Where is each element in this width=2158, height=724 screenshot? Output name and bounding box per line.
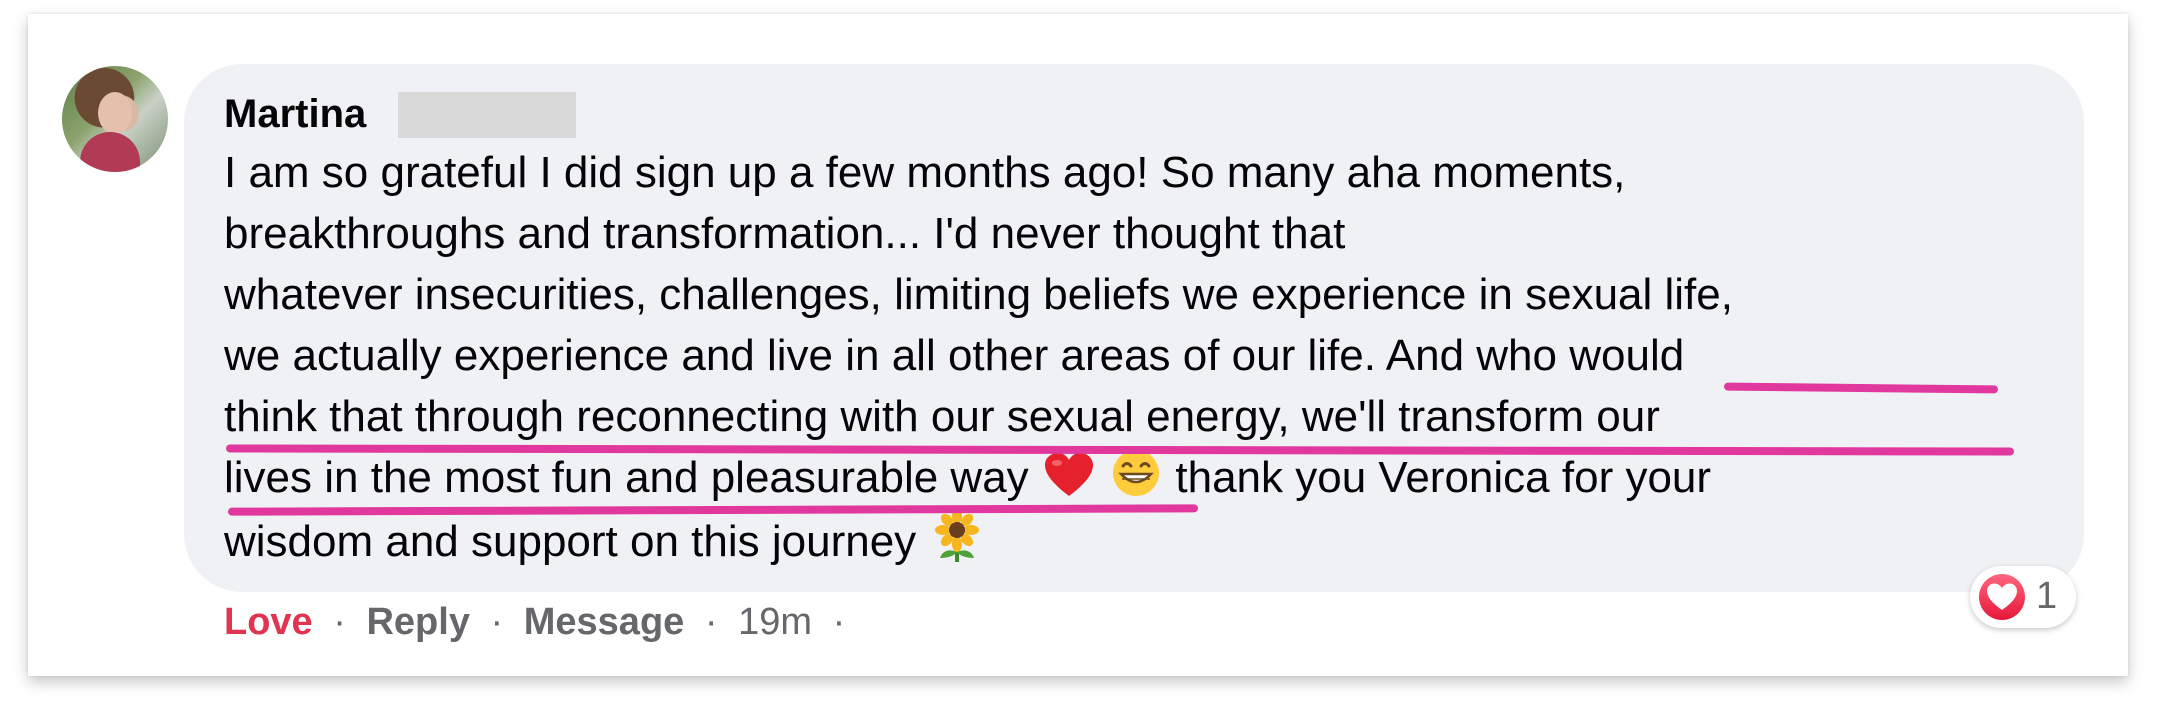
separator: ·	[704, 601, 718, 643]
message-button[interactable]: Message	[524, 601, 685, 643]
sunflower-icon	[935, 508, 980, 562]
redacted-surname	[398, 92, 576, 138]
love-button[interactable]: Love	[224, 601, 313, 643]
comment-line: we actually experience and live in all o…	[224, 331, 1685, 380]
comment-line: whatever insecurities, challenges, limit…	[224, 270, 1733, 319]
reply-button[interactable]: Reply	[366, 601, 469, 643]
separator: ·	[333, 601, 346, 643]
red-heart-icon	[1044, 453, 1093, 496]
avatar-shirt	[80, 132, 140, 172]
separator: ·	[490, 601, 504, 643]
comment-line: think that through reconnecting with our…	[224, 392, 1660, 441]
comment-line-text: thank you Veronica for your	[1175, 453, 1712, 502]
reaction-summary[interactable]: 1	[1970, 566, 2076, 628]
avatar[interactable]	[62, 66, 168, 172]
comment-line-text: lives in the most fun and pleasurable wa…	[224, 453, 1029, 502]
comment-line-with-emoji: wisdom and support on this journey	[224, 508, 2064, 572]
timestamp[interactable]: 19m	[738, 601, 812, 643]
avatar-face	[98, 92, 132, 134]
reaction-count: 1	[2036, 575, 2058, 617]
author-name[interactable]: Martina	[224, 86, 366, 142]
comment-line: breakthroughs and transformation... I'd …	[224, 209, 1346, 258]
comment-line: I am so grateful I did sign up a few mon…	[224, 148, 1626, 197]
separator: ·	[832, 601, 846, 643]
heart-reaction-icon	[1979, 574, 2025, 620]
comment-line-text: wisdom and support on this journey	[224, 517, 917, 566]
grinning-face-icon	[1113, 450, 1160, 496]
comment-line-with-emojis: lives in the most fun and pleasurable wa…	[224, 447, 2064, 508]
comment-actions: Love · Reply · Message · 19m ·	[224, 596, 855, 648]
